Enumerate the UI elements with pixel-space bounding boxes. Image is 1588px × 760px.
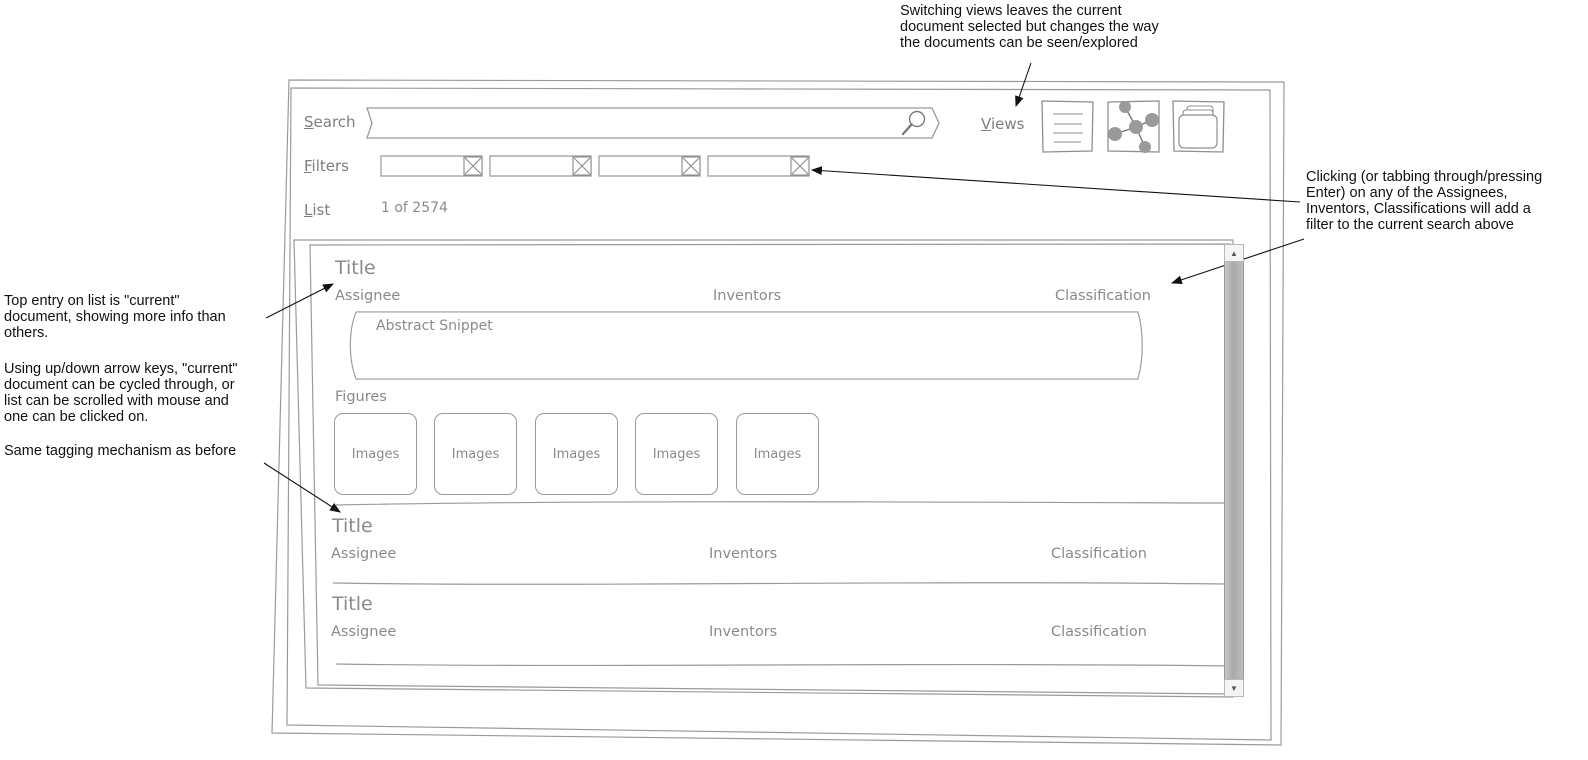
figure-image[interactable]: Images	[736, 413, 819, 495]
remove-filter-icon[interactable]	[681, 156, 701, 176]
figure-image[interactable]: Images	[334, 413, 417, 495]
classification-link[interactable]: Classification	[1051, 624, 1147, 640]
abstract-snippet: Abstract Snippet	[376, 318, 493, 334]
scroll-down-arrow-icon[interactable]: ▼	[1224, 679, 1244, 697]
document-title[interactable]: Title	[335, 257, 376, 279]
figures-label: Figures	[335, 389, 387, 405]
scroll-track[interactable]	[1224, 262, 1244, 679]
list-view-icon	[1041, 100, 1094, 153]
figure-image[interactable]: Images	[434, 413, 517, 495]
inventors-link[interactable]: Inventors	[713, 288, 781, 304]
assignee-link[interactable]: Assignee	[331, 624, 396, 640]
cycle-annotation: Using up/down arrow keys, "current" docu…	[4, 361, 238, 425]
filter-annotation: Clicking (or tabbing through/pressing En…	[1306, 169, 1543, 233]
filter-chip[interactable]	[380, 155, 483, 177]
filters-label: Filters	[304, 157, 349, 175]
current-entry-annotation: Top entry on list is "current" document,…	[4, 293, 226, 341]
assignee-link[interactable]: Assignee	[331, 546, 396, 562]
figure-image[interactable]: Images	[535, 413, 618, 495]
figure-image[interactable]: Images	[635, 413, 718, 495]
list-count: 1 of 2574	[381, 200, 448, 216]
document-title[interactable]: Title	[332, 515, 373, 537]
search-label: Search	[304, 113, 356, 131]
search-input[interactable]	[364, 106, 940, 139]
filter-chip[interactable]	[707, 155, 810, 177]
assignee-link[interactable]: Assignee	[335, 288, 400, 304]
search-icon[interactable]	[900, 109, 928, 137]
tagging-annotation: Same tagging mechanism as before	[4, 443, 237, 459]
views-label: Views	[981, 115, 1025, 133]
inventors-link[interactable]: Inventors	[709, 546, 777, 562]
classification-link[interactable]: Classification	[1055, 288, 1151, 304]
classification-link[interactable]: Classification	[1051, 546, 1147, 562]
list-scrollbar[interactable]: ▲ ▼	[1224, 244, 1244, 697]
remove-filter-icon[interactable]	[463, 156, 483, 176]
list-view-button[interactable]	[1041, 100, 1094, 153]
views-annotation: Switching views leaves the current docum…	[900, 3, 1159, 51]
document-title[interactable]: Title	[332, 593, 373, 615]
graph-view-icon	[1107, 100, 1160, 153]
stack-view-button[interactable]	[1172, 100, 1225, 153]
filter-chip[interactable]	[598, 155, 701, 177]
list-label: List	[304, 201, 331, 219]
stack-view-icon	[1172, 100, 1225, 153]
remove-filter-icon[interactable]	[790, 156, 810, 176]
inventors-link[interactable]: Inventors	[709, 624, 777, 640]
remove-filter-icon[interactable]	[572, 156, 592, 176]
graph-view-button[interactable]	[1107, 100, 1160, 153]
scroll-up-arrow-icon[interactable]: ▲	[1224, 244, 1244, 262]
filter-chip[interactable]	[489, 155, 592, 177]
